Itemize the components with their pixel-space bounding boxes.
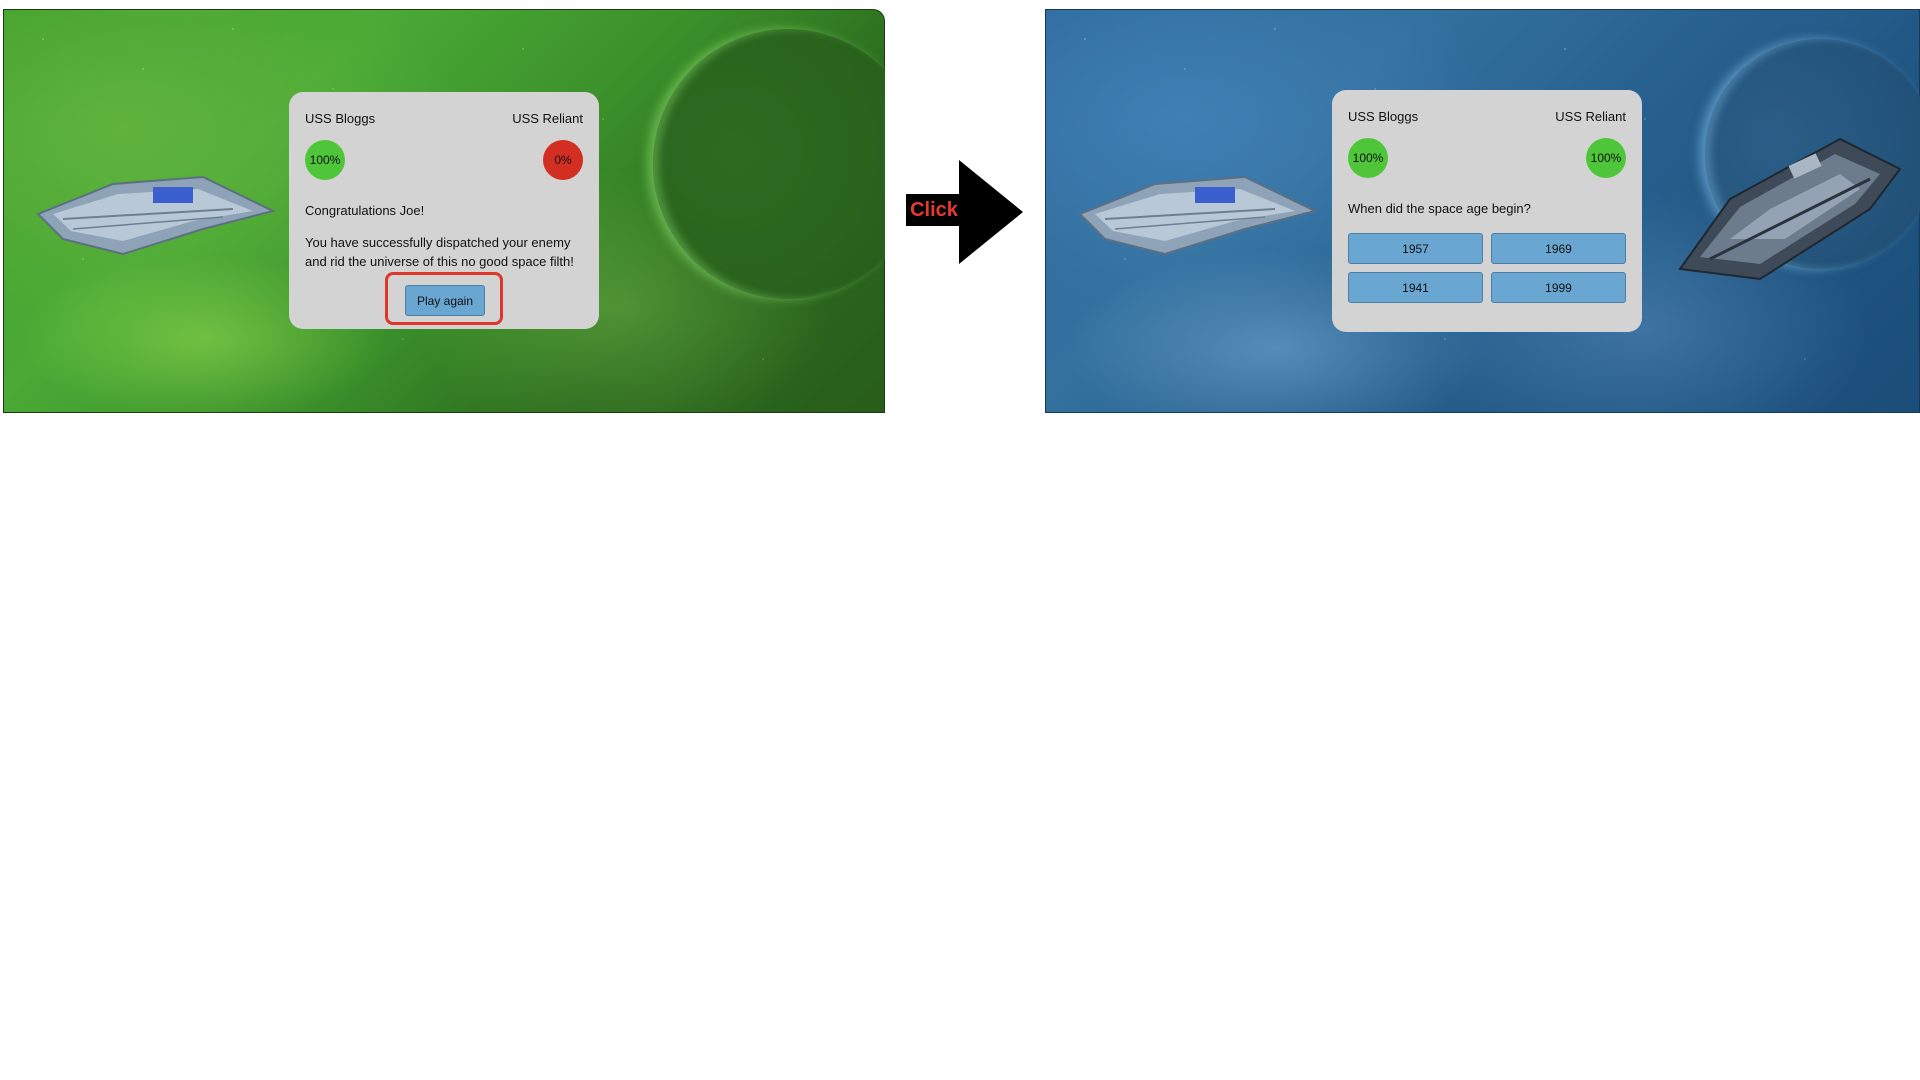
play-again-button[interactable]: Play again [405, 285, 485, 316]
game-over-dialog: USS Bloggs USS Reliant 100% 0% Congratul… [289, 92, 599, 329]
victory-title: Congratulations Joe! [305, 203, 425, 218]
answer-button-1969[interactable]: 1969 [1491, 233, 1626, 264]
player-ship-name: USS Bloggs [1348, 109, 1419, 124]
enemy-ship-name: USS Reliant [512, 111, 583, 126]
enemy-health-badge: 0% [543, 140, 583, 180]
player-ship-icon [1078, 175, 1318, 256]
answer-button-1941[interactable]: 1941 [1348, 272, 1483, 303]
enemy-ship-name: USS Reliant [1555, 109, 1626, 124]
enemy-ship-icon [1678, 137, 1902, 281]
player-health-badge: 100% [305, 140, 345, 180]
game-screen-before: USS Bloggs USS Reliant 100% 0% Congratul… [3, 9, 885, 413]
answer-grid: 1957 1969 1941 1999 [1348, 233, 1626, 303]
player-ship-icon [36, 175, 276, 256]
question-dialog: USS Bloggs USS Reliant 100% 100% When di… [1332, 90, 1642, 332]
enemy-health-badge: 100% [1586, 138, 1626, 178]
player-health-badge: 100% [1348, 138, 1388, 178]
player-ship-name: USS Bloggs [305, 111, 376, 126]
answer-button-1957[interactable]: 1957 [1348, 233, 1483, 264]
quiz-question: When did the space age begin? [1348, 201, 1531, 216]
game-screen-after: USS Bloggs USS Reliant 100% 100% When di… [1045, 9, 1920, 413]
comparison-canvas: USS Bloggs USS Reliant 100% 0% Congratul… [0, 0, 1920, 1080]
click-label: Click [906, 194, 962, 226]
answer-button-1999[interactable]: 1999 [1491, 272, 1626, 303]
victory-message: You have successfully dispatched your en… [305, 235, 574, 269]
